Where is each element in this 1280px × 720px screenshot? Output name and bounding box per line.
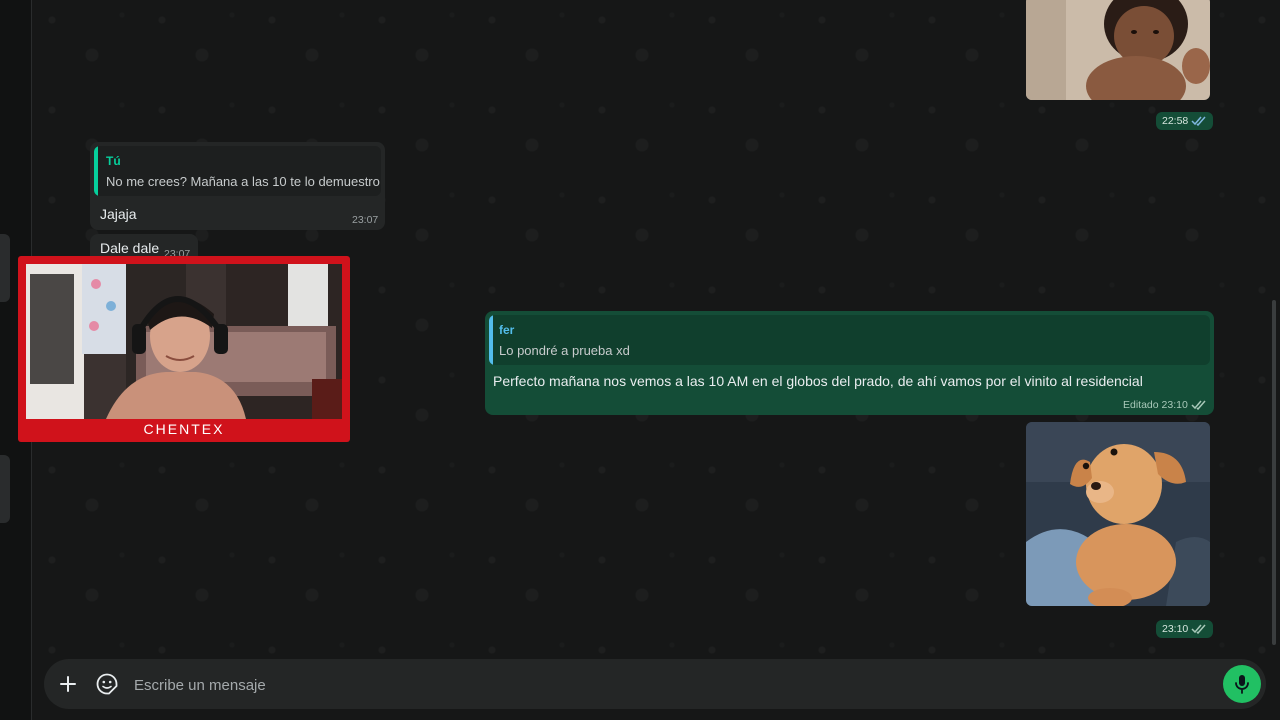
dog-photo-timestamp: 23:10 — [1156, 620, 1214, 638]
message-text: Jajaja — [100, 206, 137, 222]
double-check-icon — [1191, 400, 1206, 410]
reply-quote-author: fer — [499, 323, 515, 337]
reply-quote[interactable]: Tú No me crees? Mañana a las 10 te lo de… — [94, 146, 381, 196]
message-text: Dale dale — [100, 240, 160, 256]
message-text: Perfecto mañana nos vemos a las 10 AM en… — [493, 373, 1143, 389]
plus-icon — [60, 676, 76, 692]
baby-photo-time: 22:58 — [1162, 115, 1189, 127]
dog-photo-image — [1026, 422, 1210, 606]
message-time: Editado 23:10 — [1123, 399, 1207, 411]
webcam-name-label: CHENTEX — [143, 421, 225, 437]
baby-photo-timestamp: 22:58 — [1156, 112, 1214, 130]
webcam-overlay: CHENTEX — [18, 256, 350, 442]
baby-photo[interactable] — [1026, 0, 1210, 100]
sticker-button[interactable] — [93, 670, 121, 698]
reply-quote-bar — [94, 146, 98, 196]
message-time-text: Editado 23:10 — [1123, 399, 1188, 411]
rail-tab-upper[interactable] — [0, 234, 10, 302]
outgoing-message-reply[interactable]: fer Lo pondré a prueba xd Perfecto mañan… — [485, 311, 1214, 415]
reply-quote-bar — [489, 315, 493, 365]
sticker-icon — [96, 673, 118, 695]
reply-quote-text: Lo pondré a prueba xd — [499, 343, 630, 358]
webcam-feed-image — [26, 264, 342, 419]
double-check-icon — [1191, 624, 1206, 634]
reply-quote-author: Tú — [106, 154, 121, 168]
message-input[interactable] — [132, 669, 1216, 701]
double-check-icon — [1191, 116, 1206, 126]
dog-photo-time: 23:10 — [1162, 623, 1189, 635]
reply-quote[interactable]: fer Lo pondré a prueba xd — [489, 315, 1210, 365]
rail-tab-lower[interactable] — [0, 455, 10, 523]
chat-scrollbar[interactable] — [1272, 300, 1276, 645]
webcam-video — [26, 264, 342, 419]
reply-quote-text: No me crees? Mañana a las 10 te lo demue… — [106, 174, 380, 189]
mic-icon — [1235, 675, 1249, 694]
incoming-message-reply[interactable]: Tú No me crees? Mañana a las 10 te lo de… — [90, 142, 385, 230]
message-composer — [44, 659, 1266, 709]
message-time: 23:07 — [352, 214, 379, 226]
attach-button[interactable] — [54, 670, 82, 698]
baby-photo-image — [1026, 0, 1210, 100]
dog-photo[interactable] — [1026, 422, 1210, 606]
voice-message-button[interactable] — [1223, 665, 1261, 703]
